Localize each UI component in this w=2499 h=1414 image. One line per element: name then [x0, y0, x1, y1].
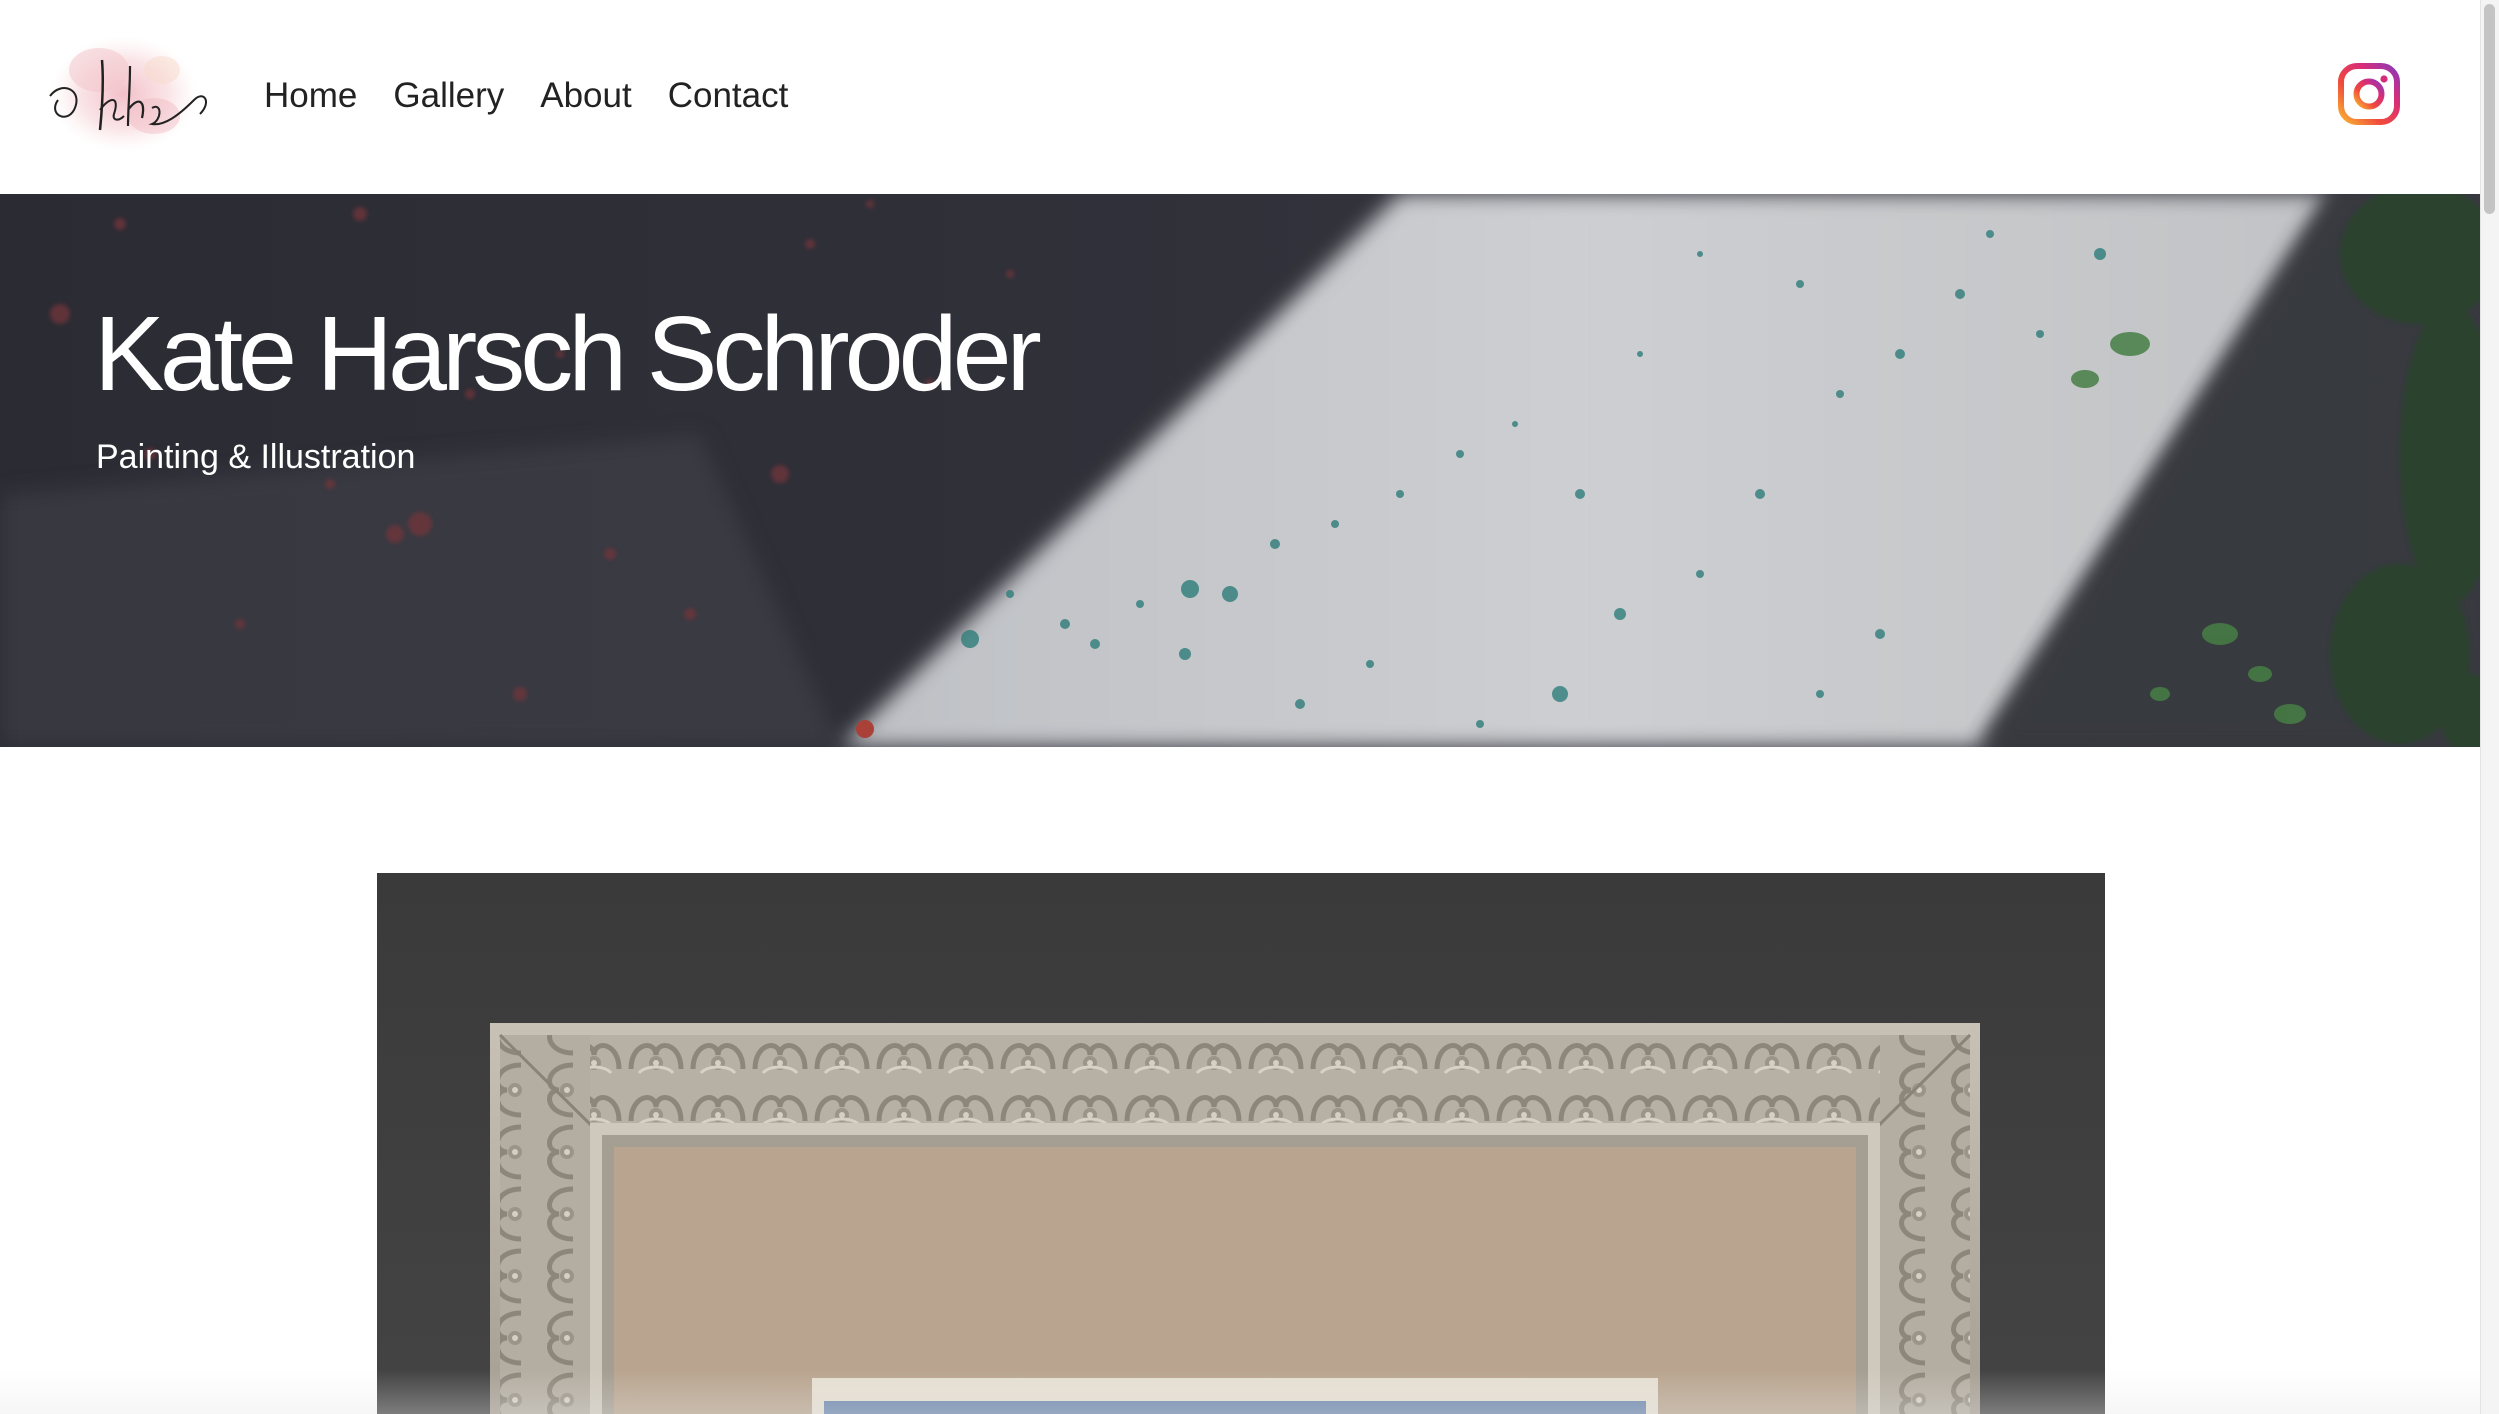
- page: Home Gallery About Contact Kate Harsch S…: [0, 0, 2499, 1414]
- hero-subtitle: Painting & Illustration: [96, 438, 416, 476]
- site-header: Home Gallery About Contact: [0, 0, 2480, 194]
- nav-about-link[interactable]: About: [540, 76, 631, 116]
- featured-artwork-image[interactable]: [377, 873, 2105, 1414]
- main-nav: Home Gallery About Contact: [264, 66, 788, 126]
- site-logo[interactable]: [44, 30, 214, 158]
- hero-banner: Kate Harsch Schroder Painting & Illustra…: [0, 194, 2480, 747]
- nav-contact-link[interactable]: Contact: [668, 76, 789, 116]
- nav-home-link[interactable]: Home: [264, 76, 357, 116]
- nav-gallery-link[interactable]: Gallery: [393, 76, 504, 116]
- hero-title: Kate Harsch Schroder: [94, 295, 1042, 413]
- scrollbar-thumb[interactable]: [2484, 4, 2495, 214]
- instagram-icon[interactable]: [2338, 63, 2400, 125]
